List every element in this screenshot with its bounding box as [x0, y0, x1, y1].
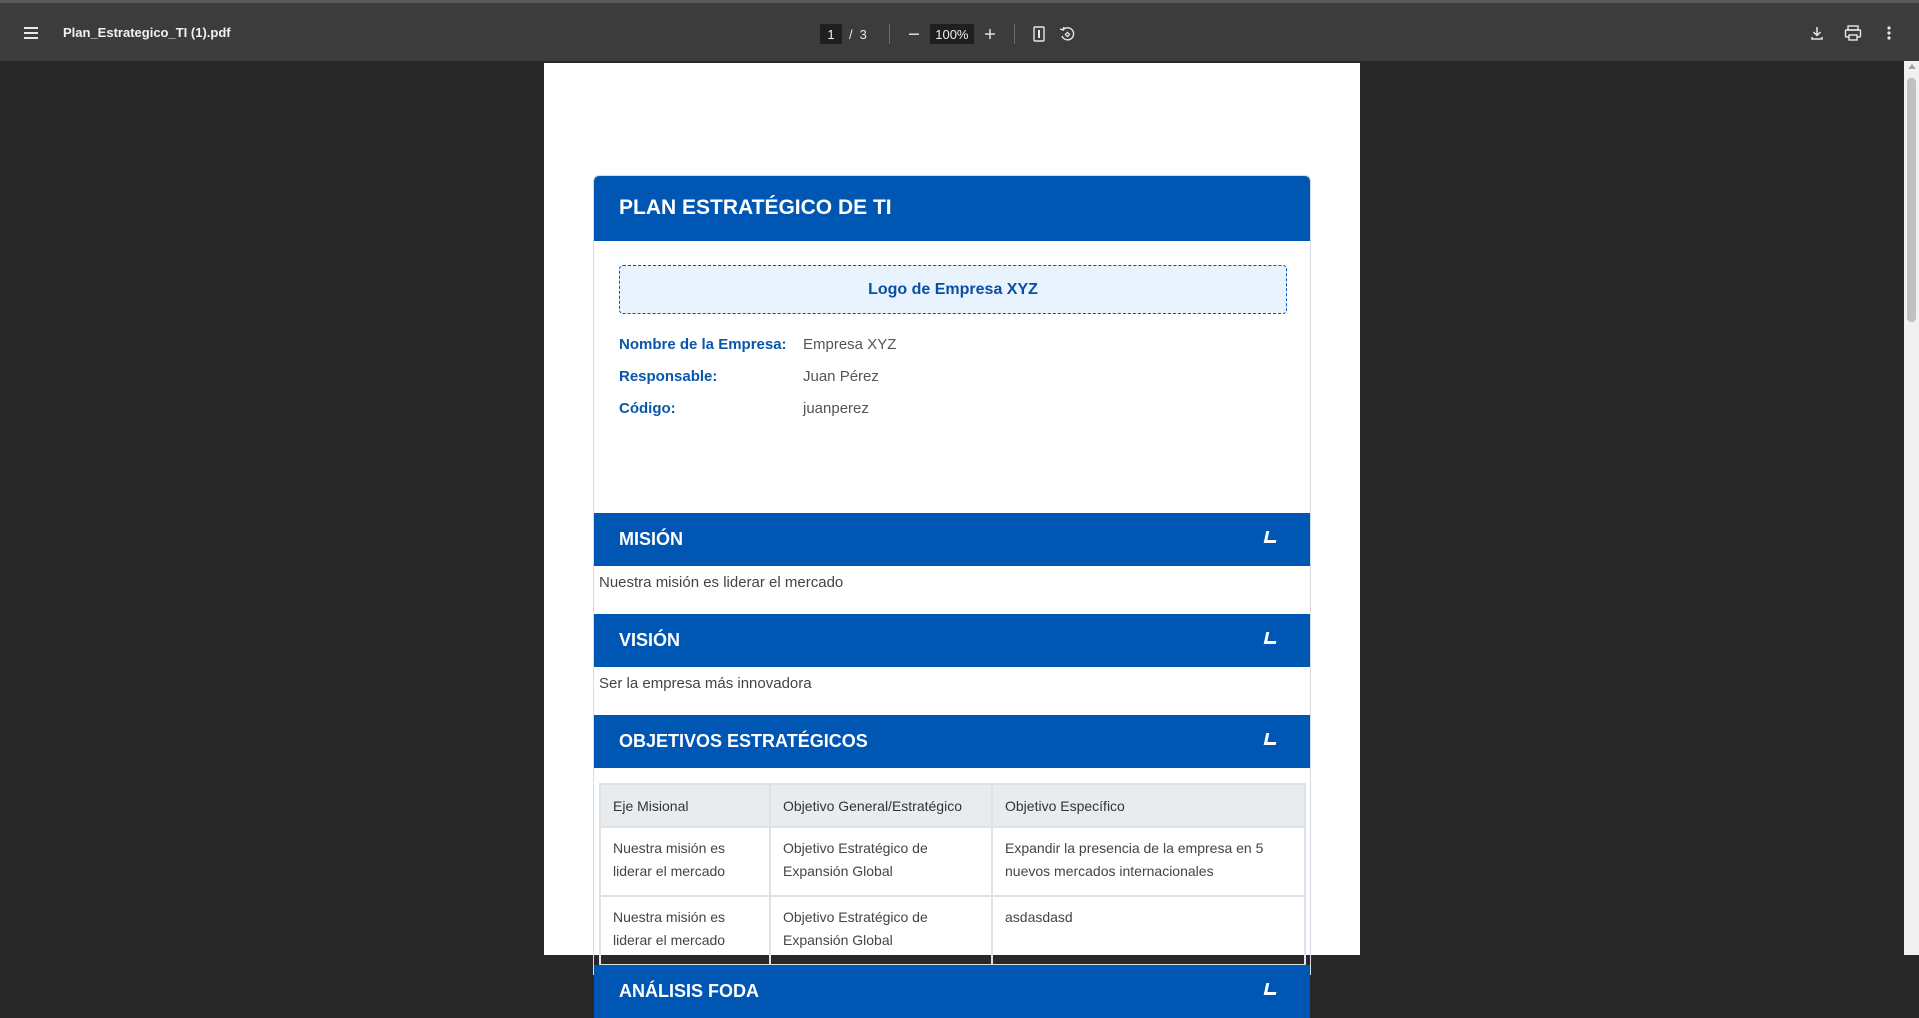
section-title: VISIÓN: [619, 630, 681, 650]
mision-text: Nuestra misión es liderar el mercado: [599, 574, 844, 591]
info-value: juanperez: [803, 400, 869, 417]
zoom-out-icon[interactable]: [900, 20, 928, 48]
section-foda-header[interactable]: ANÁLISIS FODA: [594, 965, 1310, 1018]
pdf-toolbar: Plan_Estrategico_TI (1).pdf / 3: [0, 0, 1919, 61]
info-row-company: Nombre de la Empresa: Empresa XYZ: [619, 336, 896, 353]
more-vert-icon[interactable]: [1875, 19, 1903, 47]
section-title: MISIÓN: [619, 529, 684, 549]
section-title: ANÁLISIS FODA: [619, 981, 760, 1001]
info-value: Juan Pérez: [803, 368, 879, 385]
info-value: Empresa XYZ: [803, 336, 897, 353]
column-header: Objetivo Específico: [991, 783, 1306, 828]
table-row: Nuestra misión es liderar el mercado Obj…: [599, 826, 1306, 897]
table-cell: Objetivo Estratégico de Expansión Global: [769, 826, 993, 897]
print-icon[interactable]: [1839, 19, 1867, 47]
section-vision-header[interactable]: VISIÓN: [594, 614, 1310, 667]
chevron-icon: [1263, 632, 1279, 644]
page-title: PLAN ESTRATÉGICO DE TI: [594, 176, 1310, 241]
scroll-up-arrow-icon[interactable]: [1908, 64, 1916, 69]
toolbar-center-controls: / 3: [820, 19, 1081, 49]
page-separator: /: [849, 26, 853, 42]
vertical-scrollbar[interactable]: [1904, 61, 1919, 955]
info-row-responsible: Responsable: Juan Pérez: [619, 368, 879, 385]
chevron-icon: [1263, 733, 1279, 745]
plan-card: PLAN ESTRATÉGICO DE TI Logo de Empresa X…: [593, 175, 1311, 1018]
chevron-icon: [1263, 531, 1279, 543]
section-mision-header[interactable]: MISIÓN: [594, 513, 1310, 566]
vision-text: Ser la empresa más innovadora: [599, 675, 812, 692]
table-cell: Nuestra misión es liderar el mercado: [599, 826, 771, 897]
zoom-input[interactable]: [929, 24, 974, 44]
fit-page-icon[interactable]: [1025, 20, 1053, 48]
section-objetivos-header[interactable]: OBJETIVOS ESTRATÉGICOS: [594, 715, 1310, 768]
table-header-row: Eje Misional Objetivo General/Estratégic…: [599, 783, 1306, 828]
chevron-icon: [1263, 983, 1279, 995]
info-label: Código:: [619, 400, 676, 417]
file-title: Plan_Estrategico_TI (1).pdf: [63, 25, 231, 40]
rotate-icon[interactable]: [1053, 20, 1081, 48]
column-header: Eje Misional: [599, 783, 771, 828]
company-logo-placeholder: Logo de Empresa XYZ: [619, 265, 1287, 314]
pdf-page: PLAN ESTRATÉGICO DE TI Logo de Empresa X…: [544, 63, 1360, 1018]
menu-icon[interactable]: [19, 21, 43, 45]
divider: [888, 24, 890, 44]
info-label: Nombre de la Empresa:: [619, 336, 787, 353]
page-number-input[interactable]: [820, 24, 842, 44]
column-header: Objetivo General/Estratégico: [769, 783, 993, 828]
info-row-code: Código: juanperez: [619, 400, 869, 417]
table-cell: Expandir la presencia de la empresa en 5…: [991, 826, 1306, 897]
scrollbar-thumb[interactable]: [1907, 78, 1916, 322]
divider: [1013, 24, 1015, 44]
zoom-in-icon[interactable]: [976, 20, 1004, 48]
info-label: Responsable:: [619, 368, 718, 385]
toolbar-right-controls: [1803, 19, 1903, 47]
page-total: 3: [859, 26, 867, 42]
download-icon[interactable]: [1803, 19, 1831, 47]
section-title: OBJETIVOS ESTRATÉGICOS: [619, 731, 868, 751]
objectives-table: Eje Misional Objetivo General/Estratégic…: [599, 783, 1306, 966]
